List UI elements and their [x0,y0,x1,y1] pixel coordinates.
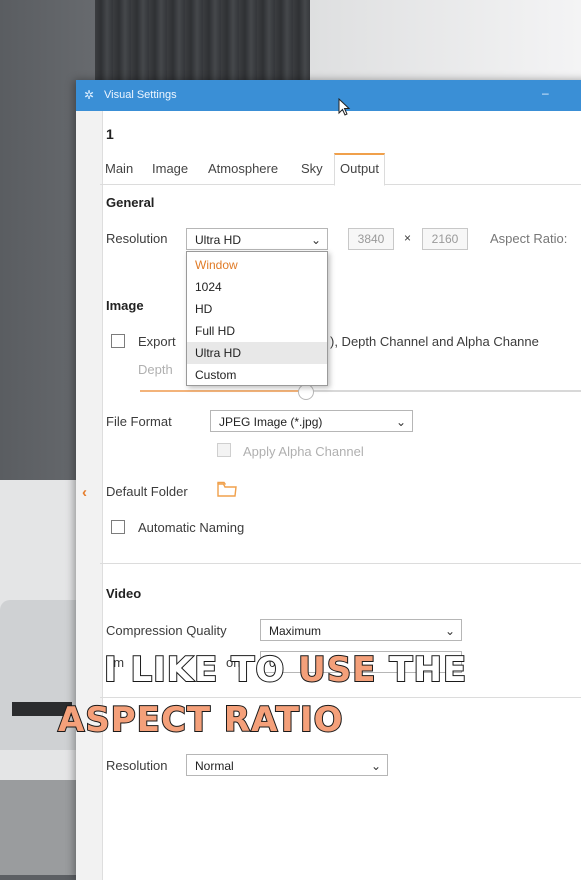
section-divider [100,563,581,564]
height-input[interactable]: 2160 [422,228,468,250]
video-heading: Video [106,586,142,601]
export-label: Export [138,334,176,349]
depth-slider-fill [140,390,306,392]
export-channels-label: ), Depth Channel and Alpha Channe [330,334,539,349]
depth-label: Depth [138,362,173,377]
caption-text-a: I LIKE TO [103,649,286,691]
tab-sky[interactable]: Sky [296,153,328,184]
side-panel-strip [76,111,103,880]
background-rug [0,780,78,875]
chevron-down-icon: ⌄ [395,415,406,429]
tab-atmosphere[interactable]: Atmosphere [203,153,283,184]
alpha-channel-label: Apply Alpha Channel [243,444,364,459]
compression-quality-value: Maximum [269,624,322,638]
title-bar[interactable]: ✲ Visual Settings – [76,80,581,111]
mouse-cursor-icon [338,98,351,116]
general-heading: General [106,195,155,210]
tab-output[interactable]: Output [334,153,386,186]
option-custom[interactable]: Custom [187,364,327,386]
default-folder-label: Default Folder [106,484,188,499]
option-ultra-hd[interactable]: Ultra HD [187,342,327,364]
tab-image[interactable]: Image [147,153,193,184]
file-format-value: JPEG Image (*.jpg) [219,415,323,429]
option-window[interactable]: Window [187,254,327,276]
app-icon: ✲ [84,88,95,102]
compression-quality-label: Compression Quality [106,623,227,638]
video-resolution-value: Normal [195,759,234,773]
folder-icon[interactable] [217,480,237,498]
collapse-panel-icon[interactable]: ‹ [82,484,87,501]
tab-bar: Main Image Atmosphere Sky Output [100,153,581,186]
automatic-naming-label: Automatic Naming [138,520,245,535]
chevron-down-icon: ⌄ [310,233,321,247]
video-resolution-select[interactable]: Normal ⌄ [186,754,388,776]
aspect-ratio-label: Aspect Ratio: [490,231,568,246]
option-hd[interactable]: HD [187,298,327,320]
preset-name: 1 [106,126,114,142]
width-input[interactable]: 3840 [348,228,394,250]
automatic-naming-checkbox[interactable] [111,520,125,534]
resolution-select[interactable]: Ultra HD ⌄ [186,228,328,250]
minimize-icon[interactable]: – [542,86,554,100]
caption-text-c: THE [388,649,468,691]
alpha-channel-checkbox[interactable] [217,443,231,457]
caption-line-1: I LIKE TO USE THE [103,649,468,691]
image-heading: Image [106,298,144,313]
chevron-down-icon: ⌄ [444,624,455,638]
resolution-label: Resolution [106,231,168,246]
option-1024[interactable]: 1024 [187,276,327,298]
compression-quality-select[interactable]: Maximum ⌄ [260,619,462,641]
depth-slider-handle[interactable] [298,384,314,400]
video-resolution-label: Resolution [106,758,168,773]
window-title: Visual Settings [104,89,177,101]
tab-main[interactable]: Main [100,153,138,184]
file-format-select[interactable]: JPEG Image (*.jpg) ⌄ [210,410,413,432]
caption-highlight: USE [297,649,377,691]
chevron-down-icon: ⌄ [370,759,381,773]
background-window-light [310,0,581,90]
caption-line-2: ASPECT RATIO [57,699,344,741]
section-divider [100,697,581,698]
export-checkbox[interactable] [111,334,125,348]
resolution-select-value: Ultra HD [195,233,242,247]
option-full-hd[interactable]: Full HD [187,320,327,342]
file-format-label: File Format [106,414,172,429]
resolution-dropdown-list: Window 1024 HD Full HD Ultra HD Custom [186,251,328,386]
times-sign: × [404,231,412,245]
